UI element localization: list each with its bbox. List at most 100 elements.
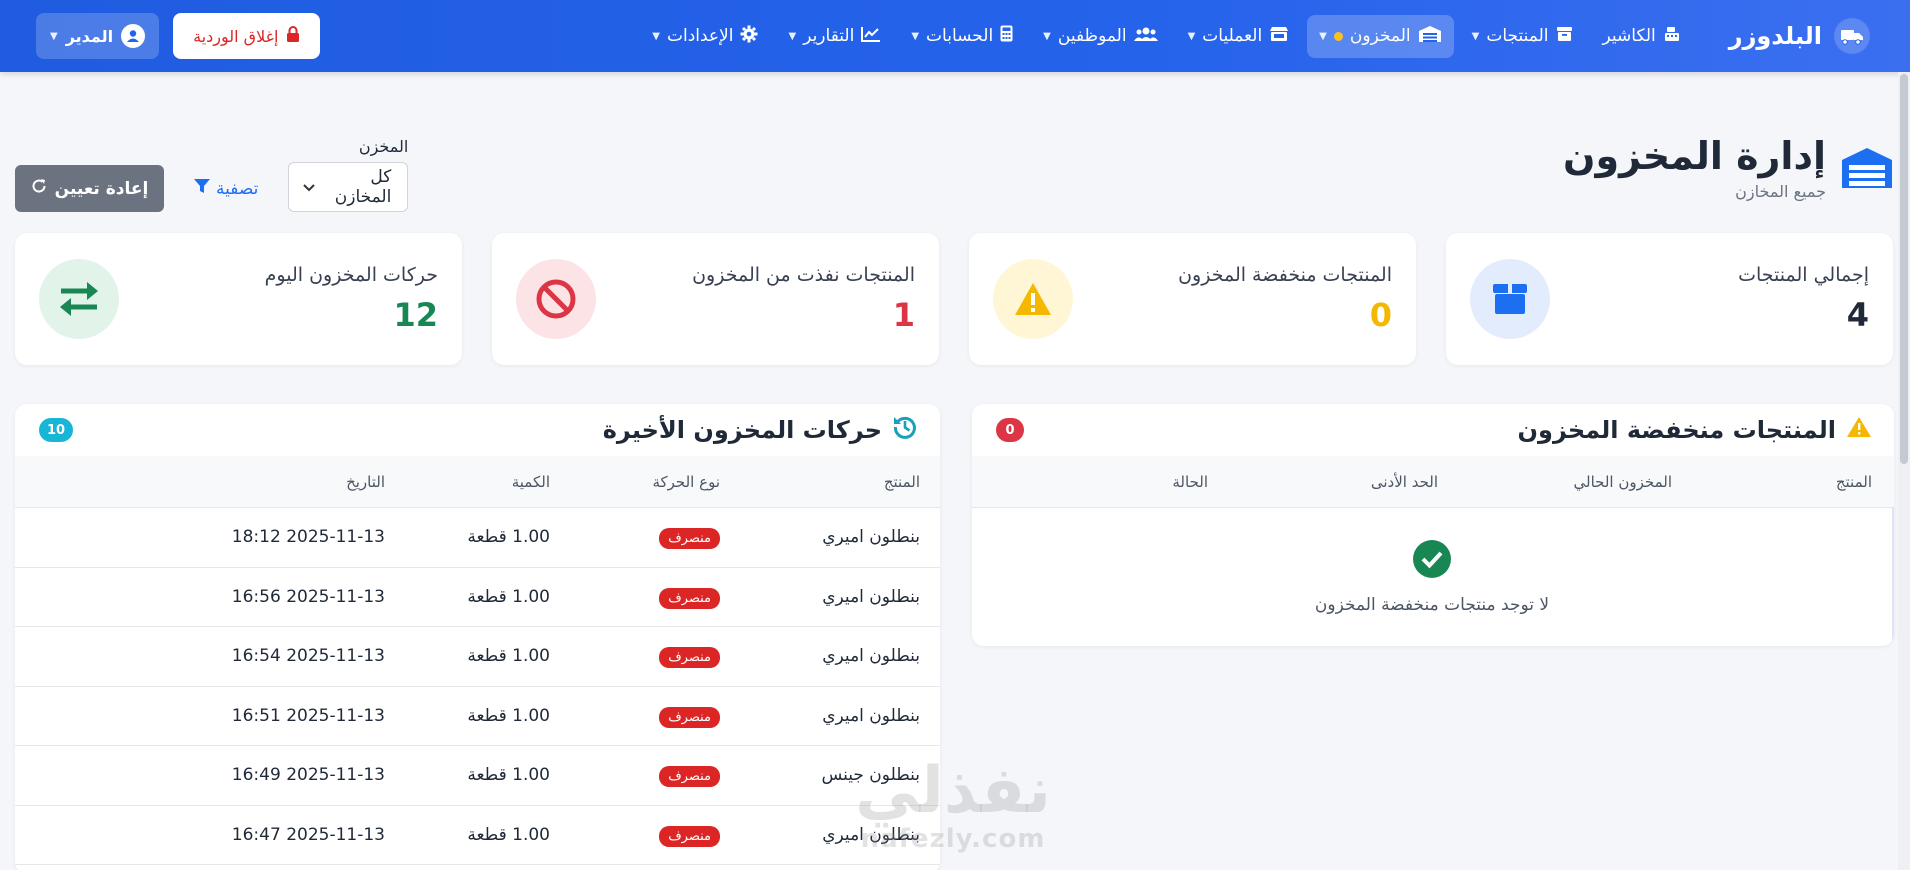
warehouse-icon [1840,145,1894,191]
exchange-icon [39,259,119,339]
nav-label: الكاشير [1602,26,1656,46]
low-stock-title: المنتجات منخفضة المخزون [1518,416,1872,444]
nav-item-inventory[interactable]: المخزون ▼ [1307,14,1454,58]
cash-register-icon [1663,26,1681,47]
reset-button[interactable]: إعادة تعيين [15,165,164,212]
panel-title-text: حركات المخزون الأخيرة [602,416,882,444]
stat-card-today-movements: حركات المخزون اليوم 12 [15,233,462,365]
type-cell: منصرف [550,527,720,550]
stat-card-low-stock: المنتجات منخفضة المخزون 0 [969,233,1416,365]
column-header: نوع الحركة [652,472,720,491]
page-header: إدارة المخزون جميع المخازن [1563,134,1894,201]
table-row: بنطلون اميري منصرف 1.00 قطعة 2025-11-13 … [15,627,940,687]
filter-label: تصفية [216,178,259,199]
column-header: المخزون الحالي [1573,472,1672,491]
page-title: إدارة المخزون [1563,134,1826,178]
chevron-down-icon: ▼ [1471,30,1480,42]
table-row: بنطلون اميري منصرف 1.00 قطعة 2025-11-13 … [15,806,940,865]
stat-label: إجمالي المنتجات [1738,264,1869,286]
chevron-down-icon: ▼ [652,30,660,42]
table-row: بنطلون اميري منصرف 1.00 قطعة 2025-11-13 … [15,568,940,627]
date-cell: 2025-11-13 18:12 [231,527,385,548]
stat-label: المنتجات نفذت من المخزون [692,264,915,286]
check-circle-icon [1413,539,1451,583]
box-icon [1470,259,1550,339]
low-stock-empty-state: لا توجد منتجات منخفضة المخزون [972,508,1894,646]
nav-item-products[interactable]: المنتجات ▼ [1460,16,1585,57]
movements-table-body: بنطلون اميري منصرف 1.00 قطعة 2025-11-13 … [15,508,940,865]
warning-icon [1846,416,1872,444]
close-shift-label: إغلاق الوردية [193,26,279,46]
movement-type-badge: منصرف [659,706,720,728]
product-cell: بنطلون اميري [822,646,920,667]
type-cell: منصرف [550,646,720,669]
qty-cell: 1.00 قطعة [467,527,550,548]
brand[interactable]: البلدوزر [1729,18,1870,54]
date-cell: 2025-11-13 16:56 [231,586,385,607]
user-circle-icon [121,24,146,48]
nav-label: المنتجات [1486,26,1549,46]
nav-item-accounts[interactable]: الحسابات ▼ [899,15,1025,57]
column-header: المنتج [1835,472,1872,491]
qty-cell: 1.00 قطعة [467,586,550,607]
movement-type-badge: منصرف [659,528,720,550]
nav-item-reports[interactable]: التقارير ▼ [776,16,893,57]
date-cell: 2025-11-13 16:47 [231,824,385,845]
gear-icon [740,25,758,48]
box-icon [1556,26,1573,47]
filters-bar: إعادة تعيين تصفية المخزن كل المخازن [15,137,409,212]
stat-label: المنتجات منخفضة المخزون [1178,264,1392,286]
type-cell: منصرف [550,706,720,728]
close-shift-button[interactable]: إغلاق الوردية [173,13,321,59]
panel-title-text: المنتجات منخفضة المخزون [1517,416,1836,444]
warehouse-icon [1418,25,1442,48]
low-stock-table-header: المنتج المخزون الحالي الحد الأدنى الحالة [972,456,1894,508]
product-cell: بنطلون جينس [821,765,920,786]
nav-item-employees[interactable]: الموظفين ▼ [1031,16,1169,57]
nav-item-operations[interactable]: العمليات ▼ [1176,16,1302,57]
column-header: الحالة [1172,472,1208,491]
date-cell: 2025-11-13 16:49 [231,765,385,786]
type-cell: منصرف [550,825,720,847]
product-cell: بنطلون اميري [822,527,920,548]
reset-label: إعادة تعيين [54,178,149,199]
qty-cell: 1.00 قطعة [467,765,550,786]
product-cell: بنطلون اميري [822,705,920,726]
top-navbar: البلدوزر الكاشير المنتجات ▼ المخزون ▼ ال… [0,0,1910,72]
users-icon [1133,26,1158,47]
movement-type-badge: منصرف [659,587,720,609]
nav-item-cashier[interactable]: الكاشير [1591,16,1693,57]
movements-count-badge: 10 [39,418,74,442]
movement-type-badge: منصرف [659,825,720,847]
chart-line-icon [861,26,881,47]
filter-button[interactable]: تصفية [194,165,258,212]
brand-name: البلدوزر [1728,22,1822,50]
warehouse-select-value: كل المخازن [334,167,392,207]
lock-icon [286,26,300,46]
qty-cell: 1.00 قطعة [467,646,550,667]
history-icon [892,414,918,446]
product-cell: بنطلون اميري [822,824,920,845]
chevron-down-icon: ▼ [1187,30,1196,42]
stat-card-out-of-stock: المنتجات نفذت من المخزون 1 [492,233,939,365]
scrollbar-thumb[interactable] [1900,74,1908,464]
column-header: الحد الأدنى [1370,472,1438,491]
stat-label: حركات المخزون اليوم [264,264,438,286]
warehouse-label: المخزن [358,137,409,156]
column-header: التاريخ [346,472,385,491]
chevron-down-icon: ▼ [788,30,797,42]
warehouse-select[interactable]: كل المخازن [288,162,409,212]
chevron-down-icon: ▼ [1043,30,1051,42]
calculator-icon [1000,25,1013,47]
movement-type-badge: منصرف [659,647,720,669]
stats-row: إجمالي المنتجات 4 المنتجات منخفضة المخزو… [15,233,1893,365]
warehouse-filter: المخزن كل المخازن [288,137,409,212]
nav-label: التقارير [803,26,855,46]
user-menu-button[interactable]: المدير ▼ [36,13,160,59]
movement-type-badge: منصرف [659,766,720,788]
filter-icon [194,178,210,199]
stat-card-total-products: إجمالي المنتجات 4 [1446,233,1893,365]
user-name: المدير [65,26,114,46]
nav-item-settings[interactable]: الإعدادات ▼ [640,15,770,58]
stat-value: 0 [1369,296,1392,334]
